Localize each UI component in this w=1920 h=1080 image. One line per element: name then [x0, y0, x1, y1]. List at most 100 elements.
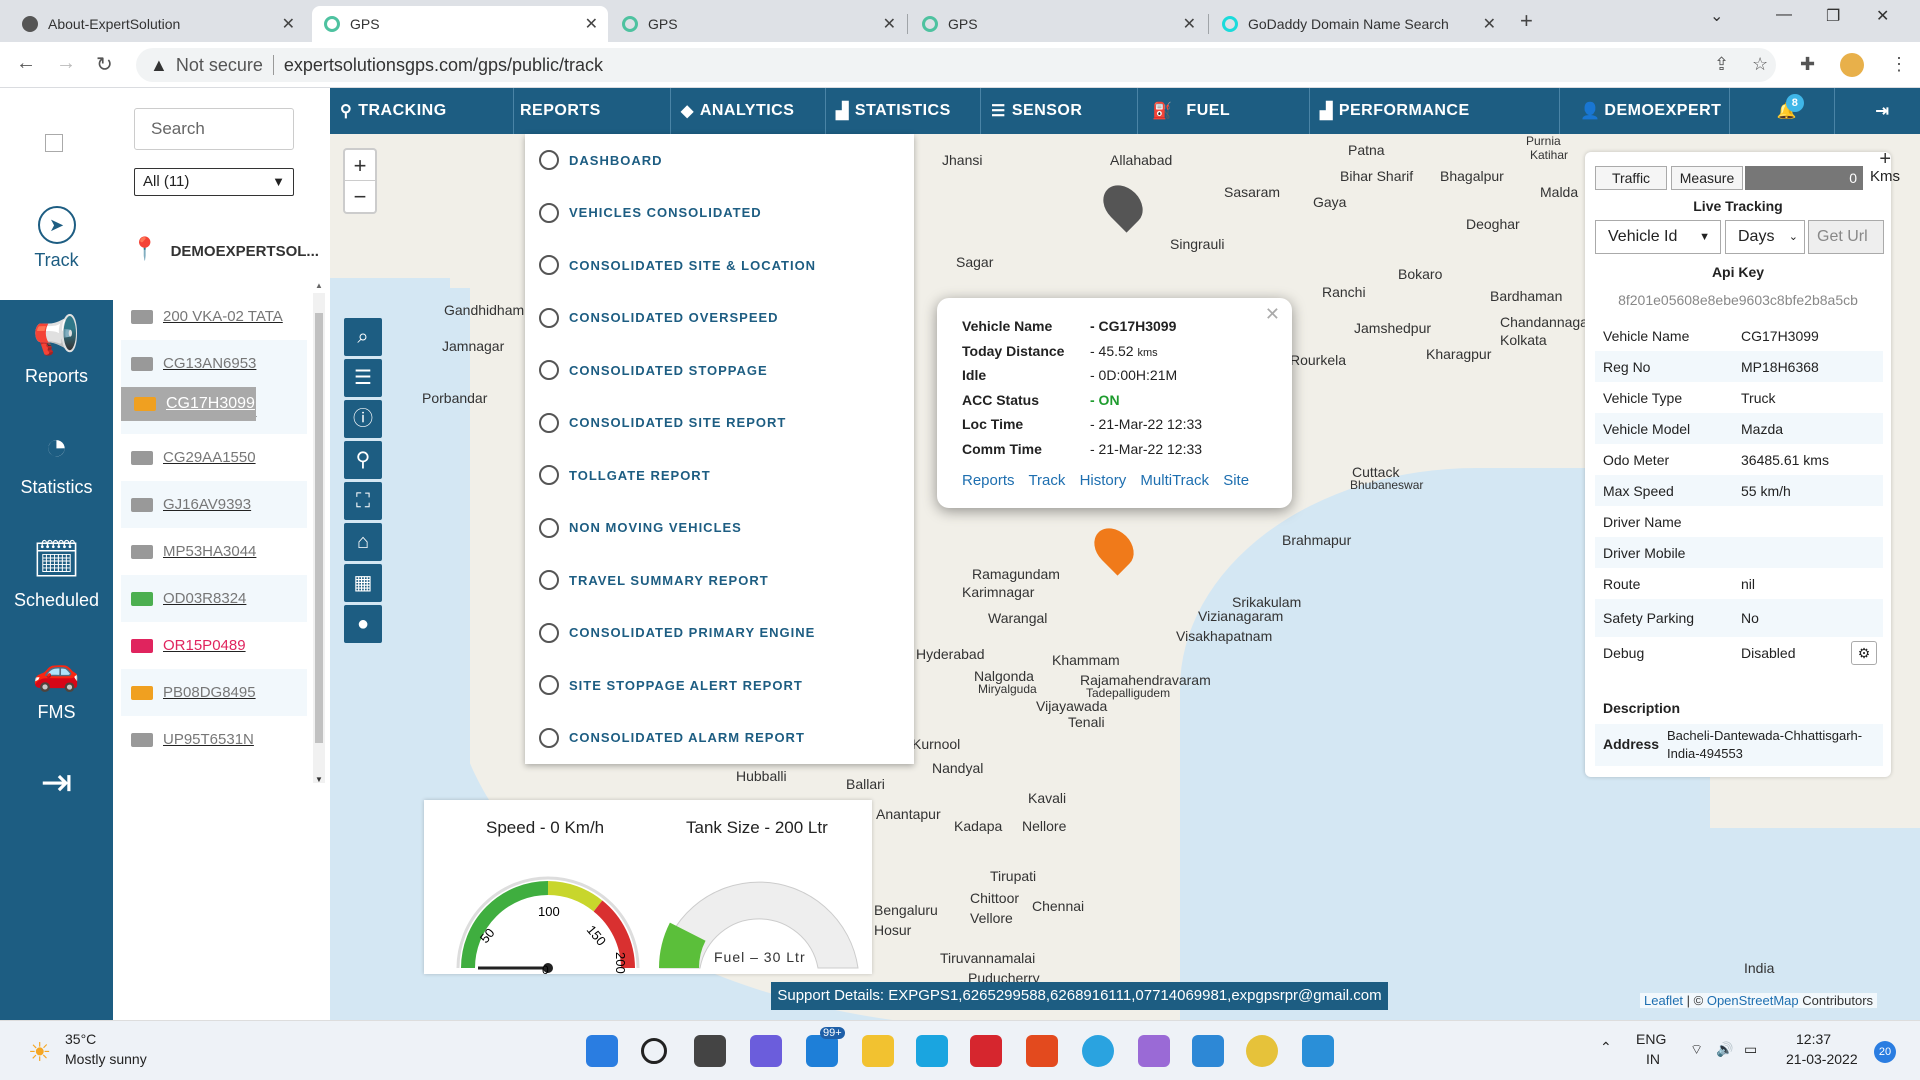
reload-icon[interactable]: ↻ — [96, 52, 113, 77]
reports-menu-item[interactable]: NON MOVING VEHICLES — [525, 502, 914, 555]
weather-desc[interactable]: Mostly sunny — [65, 1051, 147, 1067]
popup-link-site[interactable]: Site — [1223, 472, 1249, 489]
language-primary[interactable]: ENG — [1636, 1031, 1666, 1047]
notification-count-badge[interactable]: 20 — [1874, 1041, 1896, 1063]
vehicle-list-item[interactable]: MP53HA3044 — [121, 528, 307, 575]
file-explorer-icon[interactable] — [862, 1035, 894, 1067]
nav-analytics[interactable]: ◆ ANALYTICS — [671, 88, 826, 134]
telegram-icon[interactable] — [1082, 1035, 1114, 1067]
vscode-icon[interactable] — [1192, 1035, 1224, 1067]
nav-statistics[interactable]: ▟ STATISTICS — [826, 88, 981, 134]
browser-tab[interactable]: GPS ✕ — [610, 6, 906, 42]
vehicle-list-scrollbar[interactable]: ▲ ▼ — [313, 281, 325, 784]
vehicle-list-item[interactable]: OD03R8324 — [121, 575, 307, 622]
volume-icon[interactable]: 🔊 — [1716, 1041, 1733, 1058]
windows-start-icon[interactable] — [586, 1035, 618, 1067]
nav-sensor[interactable]: ☰ SENSOR — [981, 88, 1138, 134]
weather-temp[interactable]: 35°C — [65, 1031, 96, 1047]
scrollbar-thumb[interactable] — [315, 313, 323, 743]
vehicle-list-item[interactable]: CG17H3099 — [121, 387, 256, 421]
vehicle-list-item[interactable]: OR15P0489 — [121, 622, 307, 669]
back-icon[interactable]: ← — [16, 52, 36, 75]
list-icon[interactable]: ☰ — [344, 359, 382, 397]
search-icon[interactable] — [641, 1038, 667, 1064]
task-view-icon[interactable] — [694, 1035, 726, 1067]
photos-icon[interactable] — [1302, 1035, 1334, 1067]
days-select[interactable]: Days ⌄ — [1725, 220, 1805, 254]
fullscreen-icon[interactable]: ⛶ — [344, 482, 382, 520]
forward-icon[interactable]: → — [56, 52, 76, 75]
snipping-tool-icon[interactable] — [1138, 1035, 1170, 1067]
reports-menu-item[interactable]: CONSOLIDATED ALARM REPORT — [525, 712, 914, 765]
nav-user[interactable]: 👤 DEMOEXPERT — [1560, 88, 1730, 134]
search-input[interactable]: Search — [134, 108, 294, 150]
new-tab-button[interactable]: + — [1520, 8, 1533, 34]
bookmark-star-icon[interactable]: ☆ — [1752, 54, 1768, 75]
vehicle-list-item[interactable]: 200 VKA-02 TATA — [121, 293, 307, 340]
tray-chevron-icon[interactable]: ⌃ — [1600, 1039, 1612, 1056]
clock-time[interactable]: 12:37 — [1796, 1031, 1831, 1047]
reports-menu-item[interactable]: DASHBOARD — [525, 134, 914, 187]
close-icon[interactable]: ✕ — [1483, 14, 1496, 34]
menu-dots-icon[interactable]: ⋮ — [1890, 54, 1908, 75]
traffic-button[interactable]: Traffic — [1595, 166, 1667, 190]
vehicle-id-select[interactable]: Vehicle Id ▼ — [1595, 220, 1721, 254]
info-icon[interactable]: ⓘ — [344, 400, 382, 438]
vehicle-list-item[interactable]: CG29AA1550 — [121, 434, 307, 481]
browser-tab[interactable]: GoDaddy Domain Name Search ✕ — [1210, 6, 1506, 42]
l-app-icon[interactable] — [916, 1035, 948, 1067]
wifi-icon[interactable]: ⌔ — [1690, 1041, 1703, 1059]
reports-menu-item[interactable]: CONSOLIDATED PRIMARY ENGINE — [525, 607, 914, 660]
browser-tab[interactable]: GPS ✕ — [910, 6, 1206, 42]
measure-button[interactable]: Measure — [1671, 166, 1743, 190]
language-secondary[interactable]: IN — [1646, 1051, 1660, 1067]
reports-menu-item[interactable]: CONSOLIDATED OVERSPEED — [525, 292, 914, 345]
chart-icon[interactable]: ▦ — [344, 564, 382, 602]
vehicle-list-item[interactable]: PB08DG8495 — [121, 669, 307, 716]
home-icon[interactable]: ⌂ — [344, 523, 382, 561]
company-name[interactable]: 📍 DEMOEXPERTSOL... — [131, 236, 319, 262]
reports-menu-item[interactable]: TRAVEL SUMMARY REPORT — [525, 554, 914, 607]
nav-performance[interactable]: ▟ PERFORMANCE — [1310, 88, 1560, 134]
clock-date[interactable]: 21-03-2022 — [1786, 1051, 1858, 1067]
zoom-out-button[interactable]: − — [345, 181, 375, 212]
minimize-icon[interactable]: — — [1776, 6, 1792, 24]
sidebar-item-scheduled[interactable]: 🗓 Scheduled — [0, 524, 113, 636]
reports-menu-item[interactable]: TOLLGATE REPORT — [525, 449, 914, 502]
battery-icon[interactable]: ▭ — [1744, 1041, 1757, 1058]
vehicle-list-item[interactable]: CG13AN6953 — [121, 340, 307, 387]
vehicle-filter-select[interactable]: All (11) ▼ — [134, 168, 294, 196]
url-field[interactable]: ▲ Not secure expertsolutionsgps.com/gps/… — [136, 48, 1776, 82]
mcafee-icon[interactable] — [970, 1035, 1002, 1067]
close-icon[interactable]: ✕ — [282, 14, 295, 34]
tab-search-icon[interactable]: ⌄ — [1710, 6, 1723, 26]
sidebar-item-fms[interactable]: 🚗 FMS — [0, 636, 113, 748]
notification-button[interactable]: 🔔 8 — [1730, 88, 1835, 134]
chrome-icon[interactable] — [1246, 1035, 1278, 1067]
popup-link-reports[interactable]: Reports — [962, 472, 1015, 489]
sidebar-item-statistics[interactable]: ◔ Statistics — [0, 412, 113, 524]
location-pin-icon[interactable]: ⚲ — [344, 441, 382, 479]
maximize-icon[interactable]: ❐ — [1826, 6, 1840, 26]
search-icon[interactable]: ⌕ — [344, 318, 382, 356]
distance-field[interactable]: 0 — [1745, 166, 1863, 190]
scroll-up-icon[interactable]: ▲ — [315, 281, 323, 290]
logout-button[interactable]: ⇥ — [1835, 88, 1920, 134]
close-icon[interactable]: ✕ — [585, 14, 598, 34]
mail-icon[interactable]: 99+ — [806, 1027, 845, 1067]
window-close-icon[interactable]: ✕ — [1876, 6, 1889, 26]
vehicle-list-item[interactable]: GJ16AV9393 — [121, 481, 307, 528]
popup-link-track[interactable]: Track — [1028, 472, 1065, 489]
osm-link[interactable]: OpenStreetMap — [1707, 993, 1799, 1008]
map-marker-icon[interactable]: ● — [344, 605, 382, 643]
gear-icon[interactable]: ⚙ — [1851, 640, 1877, 665]
sidebar-item-logout[interactable]: ⇥ — [0, 760, 113, 872]
share-icon[interactable]: ⇪ — [1714, 54, 1729, 75]
zoom-in-button[interactable]: + — [345, 150, 375, 181]
vehicle-list-item[interactable]: UP95T6531N — [121, 716, 307, 763]
teams-icon[interactable] — [750, 1035, 782, 1067]
extensions-icon[interactable]: ✚ — [1800, 54, 1815, 75]
leaflet-link[interactable]: Leaflet — [1644, 993, 1683, 1008]
close-icon[interactable]: ✕ — [1265, 304, 1280, 325]
scroll-down-icon[interactable]: ▼ — [315, 775, 323, 784]
